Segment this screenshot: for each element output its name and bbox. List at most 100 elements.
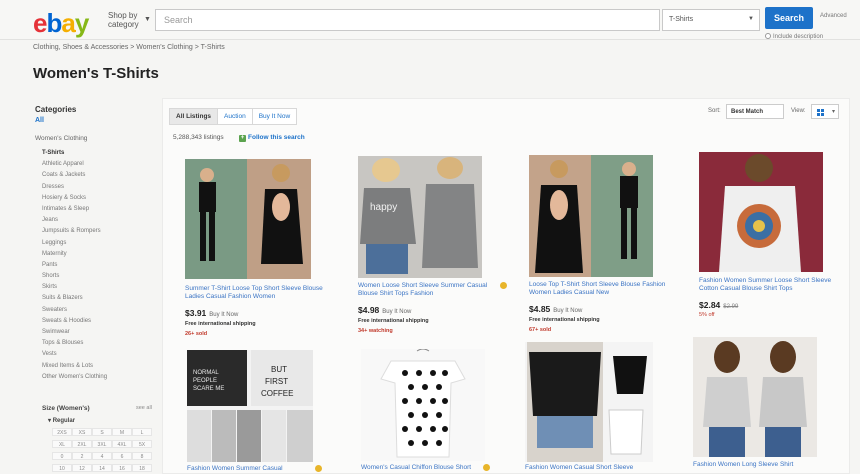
product-card[interactable]: Women's Casual Chiffon Blouse Short [361,349,511,474]
size-option[interactable]: 2 [72,452,92,460]
product-card[interactable]: NORMAL PEOPLE SCARE ME BUT FIRST COFFEE … [187,350,337,474]
size-option[interactable]: 4 [92,452,112,460]
product-image[interactable] [185,159,311,279]
product-title[interactable]: Fashion Women Summer Casual [187,465,327,473]
price-value: $2.84 [699,300,721,310]
size-option[interactable]: 5X [132,440,152,448]
sidebar-item-shorts[interactable]: Shorts [42,271,107,282]
tab-auction[interactable]: Auction [218,109,253,124]
size-option[interactable]: 0 [52,452,72,460]
logo-letter-a: a [61,8,76,38]
sidebar-item-jumpsuits-rompers[interactable]: Jumpsuits & Rompers [42,226,107,237]
product-title[interactable]: Fashion Women Summer Loose Short Sleeve … [699,277,839,293]
view-select[interactable]: ▾ [811,104,839,119]
sidebar-item-maternity[interactable]: Maternity [42,249,107,260]
sidebar-item-vests[interactable]: Vests [42,349,107,360]
product-price: $2.84 $2.99 [699,300,738,310]
product-title[interactable]: Loose Top T-Shirt Short Sleeve Blouse Fa… [529,281,669,297]
sidebar-item-hosiery-socks[interactable]: Hosiery & Socks [42,193,107,204]
tab-all-listings[interactable]: All Listings [170,109,219,124]
product-image[interactable] [693,337,817,457]
header: ebay Shop by category ▼ Search T-Shirts … [0,0,860,40]
sidebar-item-sweaters[interactable]: Sweaters [42,305,107,316]
product-image[interactable] [361,349,485,461]
sidebar-item-coats-jackets[interactable]: Coats & Jackets [42,170,107,181]
product-title[interactable]: Fashion Women Casual Short Sleeve [525,464,665,472]
follow-search-label: Follow this search [248,134,305,141]
product-title[interactable]: Fashion Women Long Sleeve Shirt [693,461,833,469]
product-image[interactable] [525,342,653,462]
product-card[interactable]: happy Women Loose Short Sleeve Summer Ca… [358,156,508,336]
sidebar-item-mixed-lots[interactable]: Mixed Items & Lots [42,361,107,372]
size-option[interactable]: 2XS [52,428,72,436]
chevron-down-icon: ▼ [748,16,754,22]
product-card[interactable]: Fashion Women Casual Short Sleeve [525,342,675,474]
page: ebay Shop by category ▼ Search T-Shirts … [0,0,860,474]
follow-search-button[interactable]: + Follow this search [239,134,305,142]
category-select-value: T-Shirts [669,16,694,23]
size-option[interactable]: S [92,428,112,436]
sidebar-item-tops-blouses[interactable]: Tops & Blouses [42,338,107,349]
sidebar-item-sweats-hoodies[interactable]: Sweats & Hoodies [42,316,107,327]
size-option[interactable]: XS [72,428,92,436]
size-option[interactable]: L [132,428,152,436]
original-price: $2.99 [723,304,739,310]
product-card[interactable]: Fashion Women Summer Loose Short Sleeve … [699,152,849,332]
ebay-logo[interactable]: ebay [33,8,89,39]
shop-by-category-button[interactable]: Shop by category ▼ [108,11,151,29]
sidebar-item-swimwear[interactable]: Swimwear [42,327,107,338]
sidebar-item-leggings[interactable]: Leggings [42,238,107,249]
size-see-all-link[interactable]: see all [136,405,152,411]
sort-select[interactable]: Best Match [726,104,784,119]
product-image[interactable]: happy [358,156,482,278]
size-option[interactable]: XL [52,440,72,448]
size-option[interactable]: 16 [112,464,132,472]
product-title[interactable]: Summer T-Shirt Loose Top Short Sleeve Bl… [185,285,325,301]
size-option[interactable]: 10 [52,464,72,472]
svg-text:FIRST: FIRST [265,377,288,386]
product-image[interactable] [529,155,653,277]
search-input[interactable]: Search [155,9,660,31]
categories-heading: Categories [35,105,77,114]
size-option[interactable]: 14 [92,464,112,472]
sidebar-item-other[interactable]: Other Women's Clothing [42,372,107,383]
product-card[interactable]: Summer T-Shirt Loose Top Short Sleeve Bl… [185,159,335,339]
size-regular-toggle[interactable]: ▾ Regular [48,417,75,424]
product-card[interactable]: Loose Top T-Shirt Short Sleeve Blouse Fa… [529,155,679,335]
discount-label: 5% off [699,312,715,318]
product-image[interactable] [699,152,823,272]
include-description-toggle[interactable]: Include description [765,33,823,40]
size-option[interactable]: 3XL [92,440,112,448]
category-all-link[interactable]: All [35,117,44,124]
sold-count: 67+ sold [529,327,552,333]
sidebar-item-skirts[interactable]: Skirts [42,282,107,293]
product-card[interactable]: Fashion Women Long Sleeve Shirt [693,337,843,472]
category-select[interactable]: T-Shirts ▼ [662,9,760,31]
sidebar-item-pants[interactable]: Pants [42,260,107,271]
size-option[interactable]: 4XL [112,440,132,448]
sidebar-item-athletic-apparel[interactable]: Athletic Apparel [42,159,107,170]
tab-buy-it-now[interactable]: Buy It Now [252,109,297,124]
sidebar-item-jeans[interactable]: Jeans [42,215,107,226]
sidebar-item-suits-blazers[interactable]: Suits & Blazers [42,293,107,304]
search-button[interactable]: Search [765,7,813,29]
size-option[interactable]: 6 [112,452,132,460]
shipping-info: Free international shipping [358,318,429,324]
svg-text:PEOPLE: PEOPLE [193,378,217,384]
size-option[interactable]: 18 [132,464,152,472]
product-title[interactable]: Women Loose Short Sleeve Summer Casual B… [358,282,498,298]
logo-letter-e: e [33,8,48,38]
sidebar-item-dresses[interactable]: Dresses [42,182,107,193]
sidebar-item-intimates-sleep[interactable]: Intimates & Sleep [42,204,107,215]
size-option[interactable]: M [112,428,132,436]
product-image[interactable]: NORMAL PEOPLE SCARE ME BUT FIRST COFFEE [187,350,313,462]
shipping-info: Free international shipping [185,321,256,327]
size-option[interactable]: 12 [72,464,92,472]
size-option[interactable]: 2XL [72,440,92,448]
category-parent-link[interactable]: Women's Clothing [35,135,87,142]
breadcrumb[interactable]: Clothing, Shoes & Accessories > Women's … [33,44,225,51]
product-title[interactable]: Women's Casual Chiffon Blouse Short [361,464,501,472]
sidebar-item-t-shirts[interactable]: T-Shirts [42,148,107,159]
size-option[interactable]: 8 [132,452,152,460]
advanced-search-link[interactable]: Advanced [820,13,847,19]
